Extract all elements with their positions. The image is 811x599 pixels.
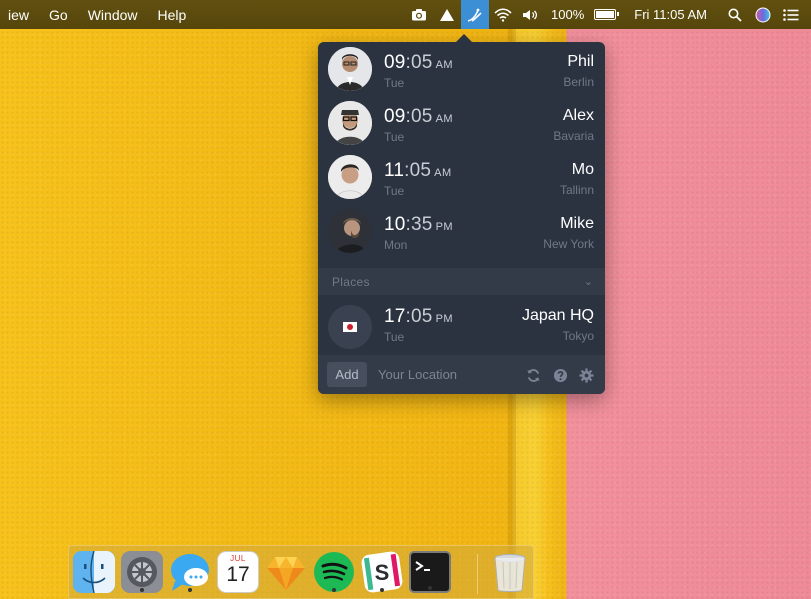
place-avatar bbox=[328, 305, 372, 349]
terminal-icon[interactable] bbox=[409, 551, 451, 593]
person-city: Bavaria bbox=[553, 129, 594, 143]
menubar-clock[interactable]: Fri 11:05 AM bbox=[624, 7, 721, 22]
dock-separator bbox=[477, 554, 478, 594]
battery-fill bbox=[596, 11, 615, 18]
avatar bbox=[328, 47, 372, 91]
menu-window[interactable]: Window bbox=[78, 7, 148, 23]
time-hours: 17 bbox=[384, 306, 406, 327]
person-name: Mike bbox=[560, 215, 594, 232]
person-row[interactable]: 09:05 AM Tue Phil Berlin bbox=[318, 42, 605, 96]
notification-center-icon[interactable] bbox=[777, 0, 805, 29]
drive-icon[interactable] bbox=[433, 0, 461, 29]
person-name: Alex bbox=[562, 107, 594, 124]
timezone-popover: 09:05 AM Tue Phil Berlin 09:05 AM Tue Alex… bbox=[318, 34, 605, 394]
add-button[interactable]: Add bbox=[327, 362, 367, 387]
menu-go[interactable]: Go bbox=[39, 7, 78, 23]
person-city: Berlin bbox=[563, 75, 594, 89]
dock: JUL 17 S bbox=[68, 545, 534, 599]
wifi-icon[interactable] bbox=[489, 0, 517, 29]
person-name: Phil bbox=[567, 53, 594, 70]
avatar bbox=[328, 209, 372, 253]
place-city: Tokyo bbox=[562, 329, 594, 343]
place-name: Japan HQ bbox=[521, 307, 594, 324]
person-name: Mo bbox=[571, 161, 594, 178]
time-hours: 11 bbox=[384, 160, 405, 181]
refresh-icon[interactable] bbox=[525, 367, 541, 383]
running-indicator bbox=[188, 588, 192, 592]
spotify-icon[interactable] bbox=[313, 551, 355, 593]
gear-icon[interactable] bbox=[578, 367, 594, 383]
menubar: iew Go Window Help 100% Fri 11:05 AM bbox=[0, 0, 811, 29]
local-time: 17:05 PM bbox=[384, 306, 453, 328]
spotlight-search-icon[interactable] bbox=[721, 0, 749, 29]
messages-icon[interactable] bbox=[169, 551, 211, 593]
running-indicator bbox=[332, 588, 336, 592]
siri-icon[interactable] bbox=[749, 0, 777, 29]
person-row[interactable]: 09:05 AM Tue Alex Bavaria bbox=[318, 96, 605, 150]
places-label: Places bbox=[332, 275, 370, 289]
camera-icon[interactable] bbox=[405, 0, 433, 29]
day-label: Tue bbox=[384, 184, 405, 198]
local-time: 09:05 AM bbox=[384, 106, 453, 128]
popover-footer: Add bbox=[318, 355, 605, 394]
running-indicator bbox=[380, 588, 384, 592]
japan-flag-icon bbox=[343, 322, 357, 332]
time-minutes: :05 bbox=[405, 306, 433, 327]
running-indicator bbox=[428, 586, 432, 590]
volume-icon[interactable] bbox=[517, 0, 545, 29]
time-minutes: :05 bbox=[405, 52, 433, 73]
timezone-app-icon[interactable] bbox=[461, 0, 490, 29]
finder-icon[interactable] bbox=[73, 550, 115, 594]
day-label: Tue bbox=[384, 130, 405, 144]
time-ampm: AM bbox=[435, 113, 454, 125]
running-indicator bbox=[140, 588, 144, 592]
day-label: Mon bbox=[384, 238, 408, 252]
menubar-menus: iew Go Window Help bbox=[0, 7, 196, 23]
svg-text:S: S bbox=[375, 560, 390, 585]
avatar bbox=[328, 155, 372, 199]
time-ampm: AM bbox=[435, 59, 454, 71]
slack-icon[interactable]: S bbox=[361, 551, 403, 593]
time-hours: 10 bbox=[384, 214, 406, 235]
calendar-month: JUL bbox=[230, 554, 246, 563]
person-row[interactable]: 11:05 AM Tue Mo Tallinn bbox=[318, 150, 605, 204]
time-minutes: :05 bbox=[404, 160, 432, 181]
local-time: 09:05 AM bbox=[384, 52, 453, 74]
day-label: Tue bbox=[384, 76, 405, 90]
time-ampm: AM bbox=[434, 167, 452, 179]
place-row[interactable]: 17:05 PM Tue Japan HQ Tokyo bbox=[318, 298, 605, 354]
menu-view[interactable]: iew bbox=[0, 7, 39, 23]
time-hours: 09 bbox=[384, 106, 406, 127]
local-time: 10:35 PM bbox=[384, 214, 453, 236]
calendar-icon[interactable]: JUL 17 bbox=[217, 551, 259, 593]
battery-icon[interactable] bbox=[594, 9, 620, 20]
time-minutes: :35 bbox=[405, 214, 433, 235]
sketch-icon[interactable] bbox=[265, 551, 307, 593]
time-hours: 09 bbox=[384, 52, 406, 73]
menu-help[interactable]: Help bbox=[148, 7, 197, 23]
places-section-header[interactable]: Places ⌄ bbox=[318, 268, 605, 295]
location-input[interactable] bbox=[378, 362, 518, 387]
person-city: New York bbox=[543, 237, 594, 251]
time-minutes: :05 bbox=[405, 106, 433, 127]
battery-percent[interactable]: 100% bbox=[545, 7, 590, 22]
chevron-down-icon[interactable]: ⌄ bbox=[584, 275, 593, 288]
menubar-status-area: 100% Fri 11:05 AM bbox=[405, 0, 811, 29]
help-icon[interactable] bbox=[552, 367, 568, 383]
time-ampm: PM bbox=[435, 313, 454, 325]
person-city: Tallinn bbox=[559, 183, 594, 197]
day-label: Tue bbox=[384, 330, 405, 344]
avatar bbox=[328, 101, 372, 145]
trash-icon[interactable] bbox=[489, 551, 531, 593]
time-ampm: PM bbox=[435, 221, 454, 233]
local-time: 11:05 AM bbox=[384, 160, 452, 182]
person-row[interactable]: 10:35 PM Mon Mike New York bbox=[318, 204, 605, 258]
calendar-day: 17 bbox=[226, 563, 250, 586]
system-preferences-icon[interactable] bbox=[121, 551, 163, 593]
